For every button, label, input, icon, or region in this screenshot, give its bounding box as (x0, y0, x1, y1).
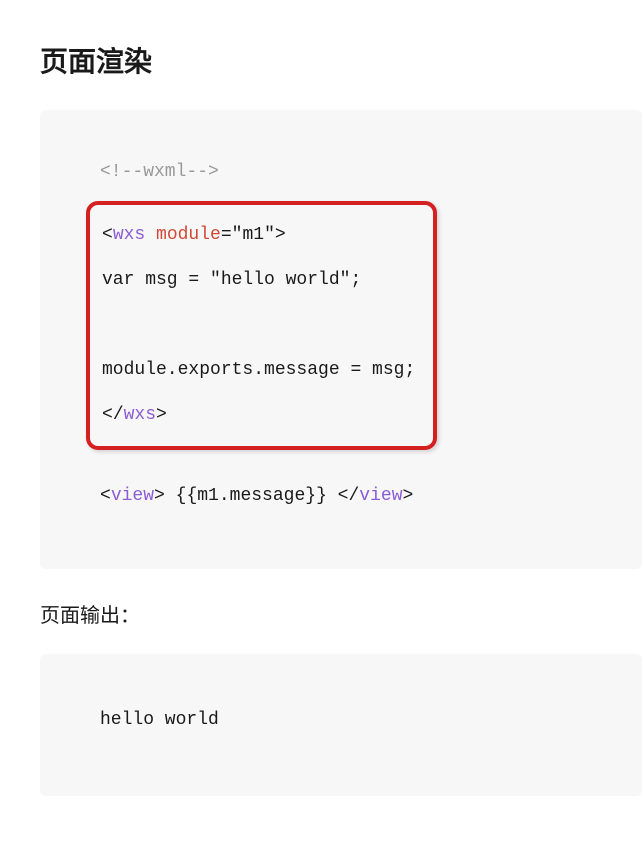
tag-wxs: wxs (113, 225, 145, 245)
attr-value: m1 (242, 225, 264, 245)
quote: " (264, 225, 275, 245)
angle-bracket: > (156, 405, 167, 425)
slash: / (113, 405, 124, 425)
code-comment: <!--wxml--> (100, 150, 612, 195)
view-content: {{m1.message}} (165, 486, 338, 506)
tag-view: view (111, 486, 154, 506)
angle-bracket: > (154, 486, 165, 506)
output-label: 页面输出： (40, 599, 642, 628)
angle-bracket: < (100, 486, 111, 506)
code-block-output: hello world (40, 654, 642, 796)
section-heading: 页面渲染 (40, 40, 642, 80)
equals-sign: = (221, 225, 232, 245)
code-line-exports: module.exports.message = msg; (102, 348, 415, 393)
angle-bracket: > (403, 486, 414, 506)
tag-view: view (359, 486, 402, 506)
code-line-blank (102, 303, 415, 348)
slash: / (348, 486, 359, 506)
doc-container: 页面渲染 <!--wxml--> <wxs module="m1"> var m… (0, 0, 642, 796)
angle-bracket: > (275, 225, 286, 245)
attr-module: module (156, 225, 221, 245)
quote: " (232, 225, 243, 245)
output-text: hello world (100, 704, 612, 736)
code-line-var: var msg = "hello world"; (102, 258, 415, 303)
angle-bracket: < (102, 225, 113, 245)
code-line-wxs-close: </wxs> (102, 393, 415, 438)
code-block-wxml: <!--wxml--> <wxs module="m1"> var msg = … (40, 110, 642, 569)
tag-wxs: wxs (124, 405, 156, 425)
code-line-wxs-open: <wxs module="m1"> (102, 213, 415, 258)
angle-bracket: < (102, 405, 113, 425)
code-line-view: <view> {{m1.message}} </view> (100, 474, 612, 519)
space (145, 225, 156, 245)
angle-bracket: < (338, 486, 349, 506)
highlight-box: <wxs module="m1"> var msg = "hello world… (86, 201, 437, 450)
